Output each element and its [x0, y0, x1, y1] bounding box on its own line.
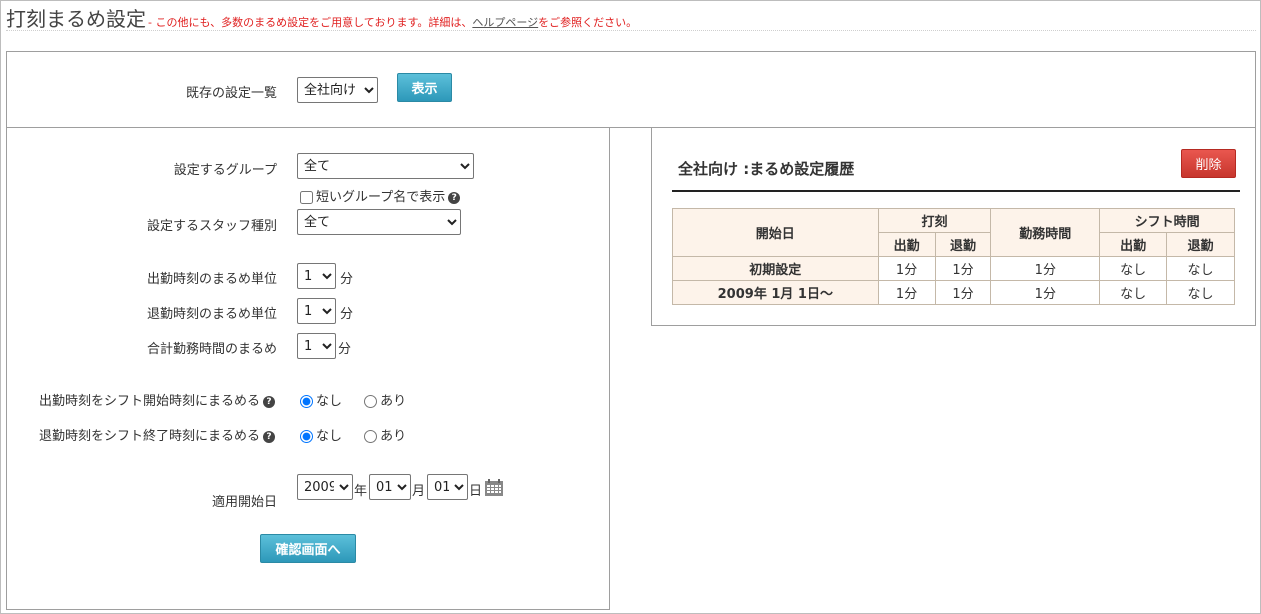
shift-end-radio-group: なし あり — [300, 425, 424, 444]
shift-start-yes-radio[interactable] — [364, 395, 378, 408]
help-icon[interactable]: ? — [263, 395, 275, 408]
col-shift-in: 出勤 — [1099, 232, 1168, 257]
cell-out: 1分 — [934, 280, 992, 305]
apply-date-label: 適用開始日 — [211, 495, 277, 510]
col-shift-out: 退勤 — [1166, 232, 1235, 257]
col-stamp: 打刻 — [877, 208, 992, 233]
cell-in: 1分 — [877, 280, 936, 305]
existing-settings-select[interactable]: 全社向け — [297, 77, 378, 103]
history-table: 開始日 打刻 勤務時間 シフト時間 出勤 退勤 出勤 退勤 初期設定 1分 1分… — [672, 208, 1235, 305]
clock-out-unit-select[interactable]: 1 — [297, 298, 336, 324]
group-label: 設定するグループ — [173, 163, 277, 178]
minute-unit: 分 — [340, 307, 354, 322]
table-row: 初期設定 1分 1分 1分 なし なし — [672, 256, 1235, 281]
table-header-row: 開始日 打刻 勤務時間 シフト時間 — [672, 208, 1235, 257]
short-group-name-checkbox[interactable] — [300, 191, 313, 204]
total-work-select[interactable]: 1 — [297, 333, 336, 359]
clock-out-unit-label: 退勤時刻のまるめ単位 — [146, 307, 277, 322]
shift-start-yes-option[interactable]: あり — [364, 394, 406, 409]
cell-shift-out: なし — [1166, 280, 1235, 305]
shift-start-none-radio[interactable] — [300, 395, 313, 408]
col-shift-time: シフト時間 — [1099, 208, 1235, 233]
col-stamp-out: 退勤 — [934, 232, 992, 257]
cell-shift-in: なし — [1099, 256, 1168, 281]
shift-end-yes-option[interactable]: あり — [364, 429, 406, 444]
help-icon[interactable]: ? — [448, 191, 461, 204]
year-select[interactable]: 2009 — [297, 474, 353, 500]
shift-start-radio-group: なし あり — [300, 390, 424, 409]
clock-in-unit-select[interactable]: 1 — [297, 263, 336, 289]
minute-unit: 分 — [338, 342, 352, 357]
header-divider — [6, 30, 1256, 31]
help-icon[interactable]: ? — [263, 430, 275, 443]
month-unit: 月 — [412, 484, 426, 499]
month-select[interactable]: 01 — [369, 474, 411, 500]
col-start-date: 開始日 — [672, 208, 879, 257]
clock-in-unit-label: 出勤時刻のまるめ単位 — [146, 272, 277, 287]
col-work-time: 勤務時間 — [990, 208, 1101, 257]
show-button[interactable]: 表示 — [397, 73, 452, 102]
staff-type-select[interactable]: 全て — [297, 209, 461, 235]
history-title: 全社向け :まるめ設定履歴 — [678, 160, 855, 178]
cell-in: 1分 — [877, 256, 936, 281]
cell-out: 1分 — [934, 256, 992, 281]
minute-unit: 分 — [340, 272, 354, 287]
year-unit: 年 — [354, 484, 368, 499]
existing-settings-panel: 既存の設定一覧 全社向け 表示 — [6, 51, 1256, 128]
shift-end-none-option[interactable]: なし — [300, 429, 342, 444]
row-date: 2009年 1月 1日〜 — [672, 280, 879, 305]
page-header: 打刻まるめ設定 - この他にも、多数のまるめ設定をご用意しております。詳細は、ヘル… — [6, 3, 637, 31]
history-divider — [672, 190, 1240, 192]
delete-button[interactable]: 削除 — [1181, 149, 1236, 178]
existing-settings-label: 既存の設定一覧 — [185, 86, 277, 101]
col-stamp-in: 出勤 — [877, 232, 936, 257]
header-note: - この他にも、多数のまるめ設定をご用意しております。詳細は、ヘルプページをご参… — [148, 16, 638, 29]
confirm-button[interactable]: 確認画面へ — [260, 534, 356, 563]
staff-type-label: 設定するスタッフ種別 — [146, 219, 277, 234]
cell-work: 1分 — [990, 280, 1101, 305]
cell-shift-in: なし — [1099, 280, 1168, 305]
shift-start-none-option[interactable]: なし — [300, 394, 342, 409]
page-title: 打刻まるめ設定 — [6, 7, 146, 31]
shift-end-none-radio[interactable] — [300, 430, 313, 443]
short-group-name-option: 短いグループ名で表示? — [300, 186, 461, 205]
history-panel: 全社向け :まるめ設定履歴 削除 開始日 打刻 勤務時間 シフト時間 出勤 退勤… — [651, 128, 1256, 326]
shift-start-label: 出勤時刻をシフト開始時刻にまるめる? — [17, 390, 275, 409]
calendar-icon[interactable] — [484, 479, 504, 497]
cell-work: 1分 — [990, 256, 1101, 281]
day-select[interactable]: 01 — [427, 474, 468, 500]
shift-end-label: 退勤時刻をシフト終了時刻にまるめる? — [17, 425, 275, 444]
total-work-label: 合計勤務時間のまるめ — [146, 342, 277, 357]
group-select[interactable]: 全て — [297, 153, 474, 179]
table-row: 2009年 1月 1日〜 1分 1分 1分 なし なし — [672, 280, 1235, 305]
cell-shift-out: なし — [1166, 256, 1235, 281]
help-page-link[interactable]: ヘルプページ — [472, 16, 538, 29]
day-unit: 日 — [469, 484, 483, 499]
shift-end-yes-radio[interactable] — [364, 430, 378, 443]
row-date: 初期設定 — [672, 256, 879, 281]
settings-form-panel: 設定するグループ 全て 短いグループ名で表示? 設定するスタッフ種別 全て 出勤… — [6, 128, 610, 610]
